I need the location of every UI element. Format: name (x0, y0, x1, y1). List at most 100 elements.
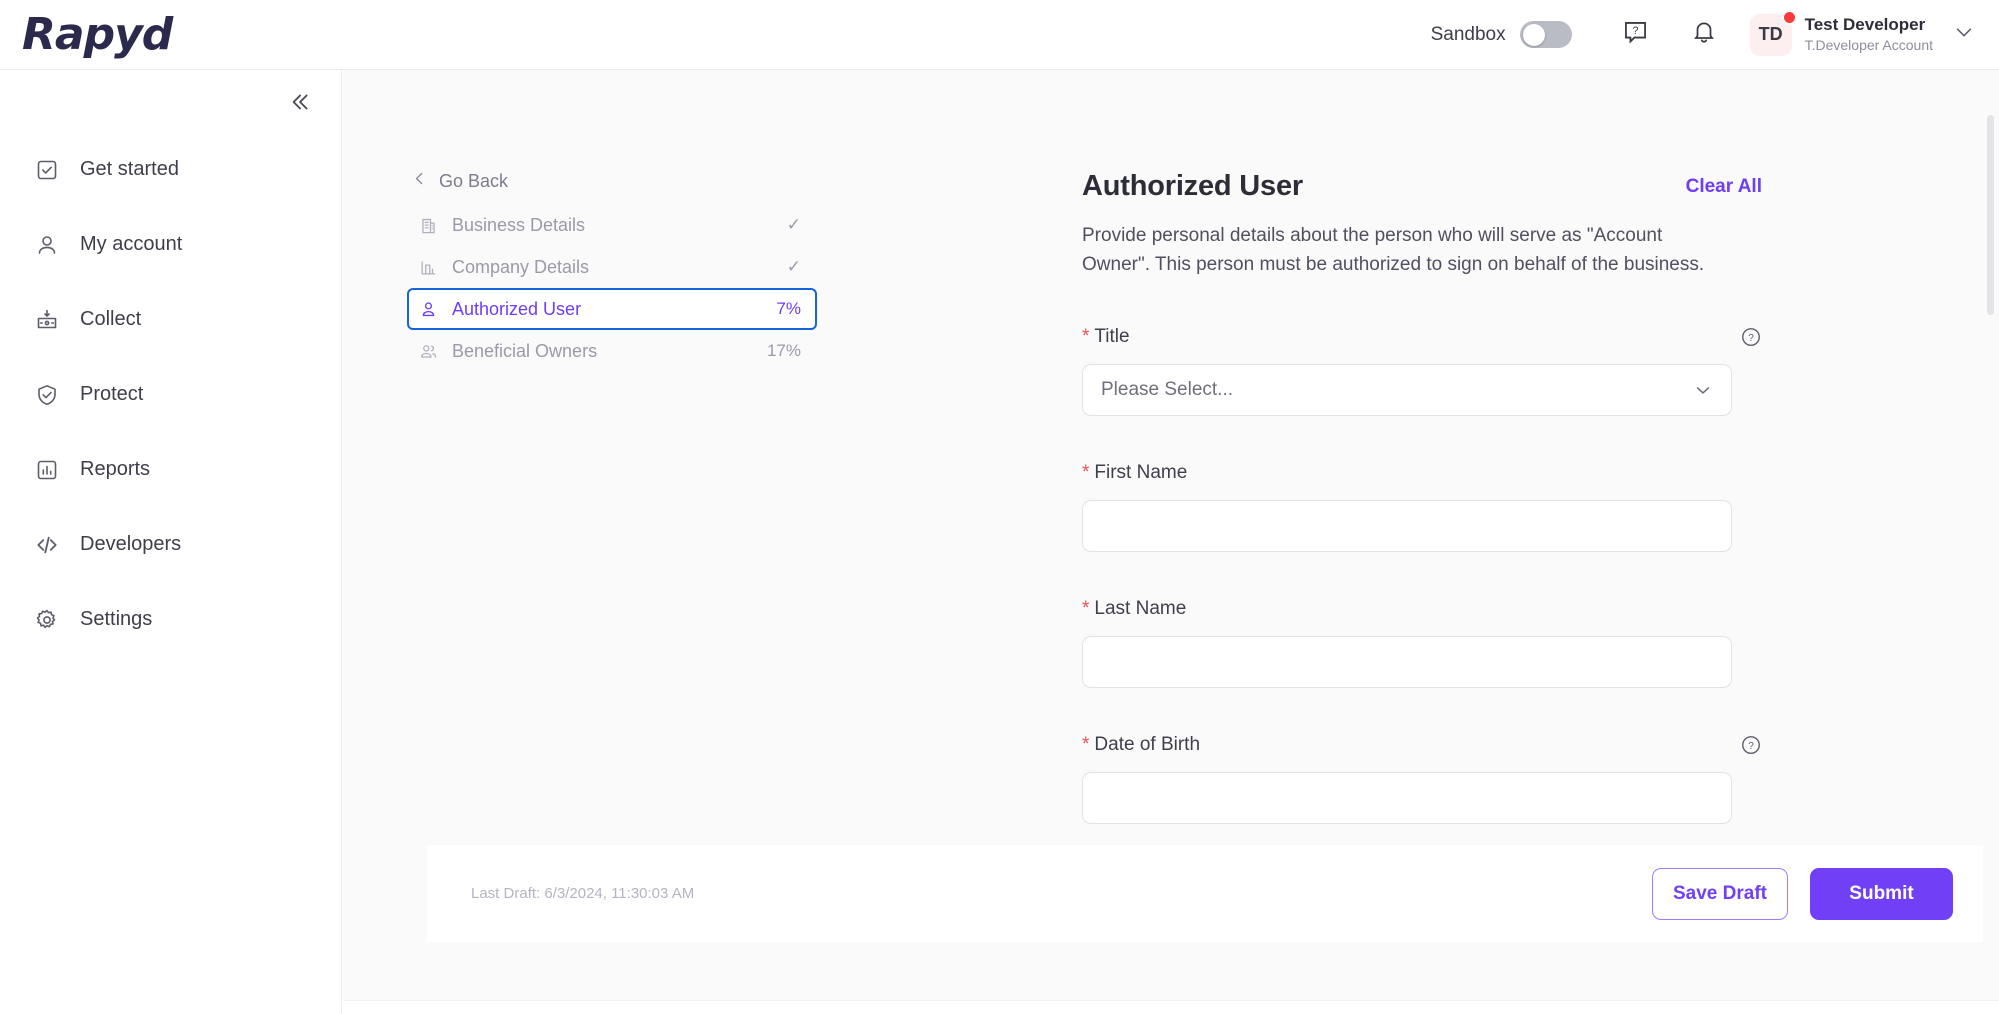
field-label: First Name (1094, 462, 1187, 484)
svg-text:?: ? (1748, 333, 1754, 344)
required-asterisk: * (1082, 599, 1089, 618)
sidebar-item-label: Get started (80, 158, 179, 181)
notification-dot-badge (1782, 10, 1797, 25)
account-name: Test Developer (1805, 14, 1933, 35)
chevron-down-icon (1693, 380, 1713, 400)
title-select[interactable]: Please Select... (1082, 364, 1732, 416)
go-back-label: Go Back (439, 171, 508, 192)
field-date-of-birth: * Date of Birth ? (1082, 732, 1762, 824)
title-select-value: Please Select... (1101, 379, 1233, 401)
help-button[interactable]: ? (1614, 13, 1658, 57)
double-chevron-left-icon (286, 89, 312, 120)
clear-all-button[interactable]: Clear All (1686, 170, 1762, 198)
sidebar-item-label: Collect (80, 308, 141, 331)
header-actions: Sandbox ? TD (1431, 13, 1975, 57)
go-back-button[interactable]: Go Back (407, 170, 817, 192)
step-label: Business Details (452, 215, 585, 236)
sidebar-item-reports[interactable]: Reports (0, 432, 341, 507)
date-of-birth-input[interactable] (1082, 772, 1732, 824)
step-label: Authorized User (452, 299, 581, 320)
page-title: Authorized User (1082, 170, 1303, 203)
account-subtitle: T.Developer Account (1805, 37, 1933, 55)
sidebar-item-label: Reports (80, 458, 150, 481)
rapyd-logo: Rapyd (22, 9, 172, 60)
sandbox-toggle-group[interactable]: Sandbox (1431, 21, 1572, 48)
field-label-row: * First Name (1082, 460, 1762, 486)
page-scrollbar-thumb[interactable] (1987, 115, 1994, 315)
sidebar-item-protect[interactable]: Protect (0, 357, 341, 432)
svg-text:?: ? (1748, 741, 1754, 752)
checkbox-check-icon (34, 157, 60, 183)
users-group-icon (417, 340, 439, 362)
step-company-details[interactable]: Company Details ✓ (407, 246, 817, 288)
account-menu[interactable]: TD Test Developer T.Developer Account (1750, 14, 1975, 56)
step-progress: 17% (767, 341, 801, 361)
step-progress: 7% (776, 299, 801, 319)
code-brackets-icon (34, 532, 60, 558)
field-last-name: * Last Name (1082, 596, 1762, 688)
gear-icon (34, 607, 60, 633)
avatar-initials: TD (1759, 24, 1783, 45)
bell-icon (1691, 19, 1717, 50)
sandbox-label: Sandbox (1431, 24, 1506, 46)
sidebar-item-collect[interactable]: Collect (0, 282, 341, 357)
sidebar-item-label: Developers (80, 533, 181, 556)
field-label: Last Name (1094, 598, 1186, 620)
sidebar-collapse-button[interactable] (283, 88, 315, 120)
first-name-input[interactable] (1082, 500, 1732, 552)
app-header: Rapyd Sandbox ? (0, 0, 1999, 70)
avatar: TD (1750, 14, 1792, 56)
sidebar-item-label: Protect (80, 383, 143, 406)
step-label: Company Details (452, 257, 589, 278)
field-label-row: * Last Name (1082, 596, 1762, 622)
page-scrollbar-track[interactable] (1983, 70, 1999, 1014)
company-chart-icon (417, 256, 439, 278)
field-label: Title (1094, 326, 1129, 348)
sandbox-toggle[interactable] (1520, 21, 1572, 48)
form-header: Authorized User Clear All (1082, 170, 1762, 203)
field-label-row: * Date of Birth ? (1082, 732, 1762, 758)
sidebar-item-get-started[interactable]: Get started (0, 132, 341, 207)
help-circle-icon[interactable]: ? (1740, 734, 1762, 756)
sidebar-item-settings[interactable]: Settings (0, 582, 341, 657)
step-beneficial-owners[interactable]: Beneficial Owners 17% (407, 330, 817, 372)
step-status: ✓ (787, 257, 801, 277)
submit-button[interactable]: Submit (1810, 868, 1953, 920)
sandbox-toggle-knob (1523, 24, 1545, 46)
onboarding-card: Go Back Business Details ✓ (385, 70, 1953, 845)
field-label-row: * Title ? (1082, 324, 1762, 350)
main-content: Go Back Business Details ✓ (343, 70, 1999, 1014)
sidebar-item-developers[interactable]: Developers (0, 507, 341, 582)
form-footer: Last Draft: 6/3/2024, 11:30:03 AM Save D… (427, 845, 1995, 942)
step-status: ✓ (787, 215, 801, 235)
help-bubble-icon: ? (1622, 19, 1649, 51)
required-asterisk: * (1082, 735, 1089, 754)
step-authorized-user[interactable]: Authorized User 7% (407, 288, 817, 330)
help-circle-icon[interactable]: ? (1740, 326, 1762, 348)
sidebar-nav: Get started My account Collect (0, 132, 341, 657)
field-label: Date of Birth (1094, 734, 1200, 756)
step-business-details[interactable]: Business Details ✓ (407, 204, 817, 246)
footer-buttons: Save Draft Submit (1652, 868, 1953, 920)
bar-chart-icon (34, 457, 60, 483)
sidebar: Get started My account Collect (0, 70, 342, 1014)
chevron-left-icon (411, 170, 428, 192)
sidebar-item-label: Settings (80, 608, 152, 631)
building-icon (417, 214, 439, 236)
save-draft-button[interactable]: Save Draft (1652, 868, 1788, 920)
notifications-button[interactable] (1682, 13, 1726, 57)
collect-card-icon (34, 307, 60, 333)
sidebar-item-label: My account (80, 233, 182, 256)
account-info: Test Developer T.Developer Account (1805, 14, 1933, 55)
field-first-name: * First Name (1082, 460, 1762, 552)
field-title: * Title ? Please Select... (1082, 324, 1762, 416)
chevron-down-icon[interactable] (1953, 21, 1975, 48)
form-description: Provide personal details about the perso… (1082, 222, 1732, 280)
sidebar-item-my-account[interactable]: My account (0, 207, 341, 282)
authorized-user-form: Authorized User Clear All Provide person… (1082, 170, 1762, 824)
required-asterisk: * (1082, 463, 1089, 482)
bottom-strip (343, 1000, 1999, 1014)
last-draft-text: Last Draft: 6/3/2024, 11:30:03 AM (471, 885, 694, 902)
required-asterisk: * (1082, 327, 1089, 346)
last-name-input[interactable] (1082, 636, 1732, 688)
